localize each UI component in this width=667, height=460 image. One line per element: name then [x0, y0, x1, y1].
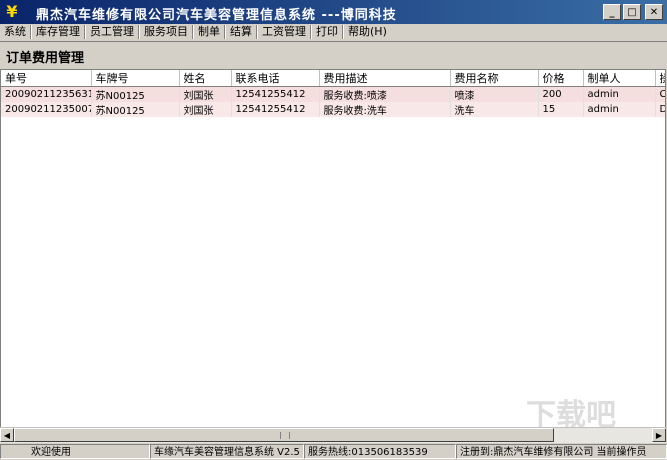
cell-creator: admin — [583, 86, 656, 102]
scroll-right-icon[interactable]: ▶ — [652, 428, 666, 442]
table-header-row: 单号 车牌号 姓名 联系电话 费用描述 费用名称 价格 制单人 操 — [1, 70, 665, 87]
window-title: 鼎杰汽车维修有限公司汽车美容管理信息系统 ---博同科技 — [36, 8, 397, 23]
cell-name: 刘国张 — [179, 102, 232, 117]
yen-icon[interactable]: ¥ — [3, 3, 21, 21]
cell-operation: D — [655, 102, 665, 117]
cell-price: 200 — [538, 86, 584, 102]
cell-operation: C — [655, 86, 665, 102]
cell-order-no: 20090211235007 — [1, 102, 92, 117]
cell-plate: 苏N00125 — [91, 86, 180, 102]
column-header-operation[interactable]: 操 — [655, 70, 665, 87]
status-hotline: 服务热线:013506183539 — [304, 444, 456, 459]
page-header: 订单费用管理 — [0, 41, 667, 68]
menu-payroll[interactable]: 工资管理 — [258, 24, 310, 40]
minimize-button[interactable]: _ — [603, 4, 621, 20]
column-header-plate[interactable]: 车牌号 — [91, 70, 180, 87]
cell-creator: admin — [583, 102, 656, 117]
status-version: 车缘汽车美容管理信息系统 V2.5 — [150, 444, 304, 459]
scroll-thumb[interactable] — [14, 428, 554, 442]
table-row[interactable]: 20090211235631 苏N00125 刘国张 12541255412 服… — [1, 86, 665, 102]
column-header-fee-name[interactable]: 费用名称 — [450, 70, 539, 87]
menu-print[interactable]: 打印 — [312, 24, 342, 40]
scroll-left-icon[interactable]: ◀ — [0, 428, 14, 442]
close-button[interactable]: ✕ — [645, 4, 663, 20]
status-welcome: 欢迎使用 — [0, 444, 150, 459]
menu-settlement[interactable]: 结算 — [226, 24, 256, 40]
column-header-order-no[interactable]: 单号 — [1, 70, 92, 87]
cell-description: 服务收费:洗车 — [319, 102, 451, 117]
menu-staff[interactable]: 员工管理 — [86, 24, 138, 40]
order-fee-table: 单号 车牌号 姓名 联系电话 费用描述 费用名称 价格 制单人 操 200902… — [1, 70, 665, 117]
menu-help[interactable]: 帮助(H) — [344, 24, 391, 40]
cell-phone: 12541255412 — [231, 86, 320, 102]
column-header-name[interactable]: 姓名 — [179, 70, 232, 87]
maximize-button[interactable]: □ — [623, 4, 641, 20]
menu-bar: 系统 库存管理 员工管理 服务项目 制单 结算 工资管理 打印 帮助(H) — [0, 24, 667, 40]
grip-icon — [280, 432, 290, 439]
status-registered: 注册到:鼎杰汽车维修有限公司 当前操作员 — [456, 444, 667, 459]
cell-fee-name: 喷漆 — [450, 86, 539, 102]
cell-fee-name: 洗车 — [450, 102, 539, 117]
menu-system[interactable]: 系统 — [0, 24, 30, 40]
column-header-description[interactable]: 费用描述 — [319, 70, 451, 87]
column-header-price[interactable]: 价格 — [538, 70, 584, 87]
column-header-phone[interactable]: 联系电话 — [231, 70, 320, 87]
menu-service-items[interactable]: 服务项目 — [140, 24, 192, 40]
column-header-creator[interactable]: 制单人 — [583, 70, 656, 87]
cell-order-no: 20090211235631 — [1, 86, 92, 102]
page-title: 订单费用管理 — [6, 51, 85, 66]
menu-make-order[interactable]: 制单 — [194, 24, 224, 40]
cell-price: 15 — [538, 102, 584, 117]
horizontal-scrollbar[interactable]: ◀ ▶ — [0, 427, 666, 443]
window-controls: _ □ ✕ — [603, 4, 663, 20]
cell-phone: 12541255412 — [231, 102, 320, 117]
menu-inventory[interactable]: 库存管理 — [32, 24, 84, 40]
cell-plate: 苏N00125 — [91, 102, 180, 117]
cell-description: 服务收费:喷漆 — [319, 86, 451, 102]
status-bar: 欢迎使用 车缘汽车美容管理信息系统 V2.5 服务热线:013506183539… — [0, 443, 667, 460]
table-row[interactable]: 20090211235007 苏N00125 刘国张 12541255412 服… — [1, 102, 665, 117]
cell-name: 刘国张 — [179, 86, 232, 102]
order-fee-grid[interactable]: 单号 车牌号 姓名 联系电话 费用描述 费用名称 价格 制单人 操 200902… — [0, 69, 666, 429]
title-bar: ¥ 鼎杰汽车维修有限公司汽车美容管理信息系统 ---博同科技 _ □ ✕ — [0, 0, 667, 24]
